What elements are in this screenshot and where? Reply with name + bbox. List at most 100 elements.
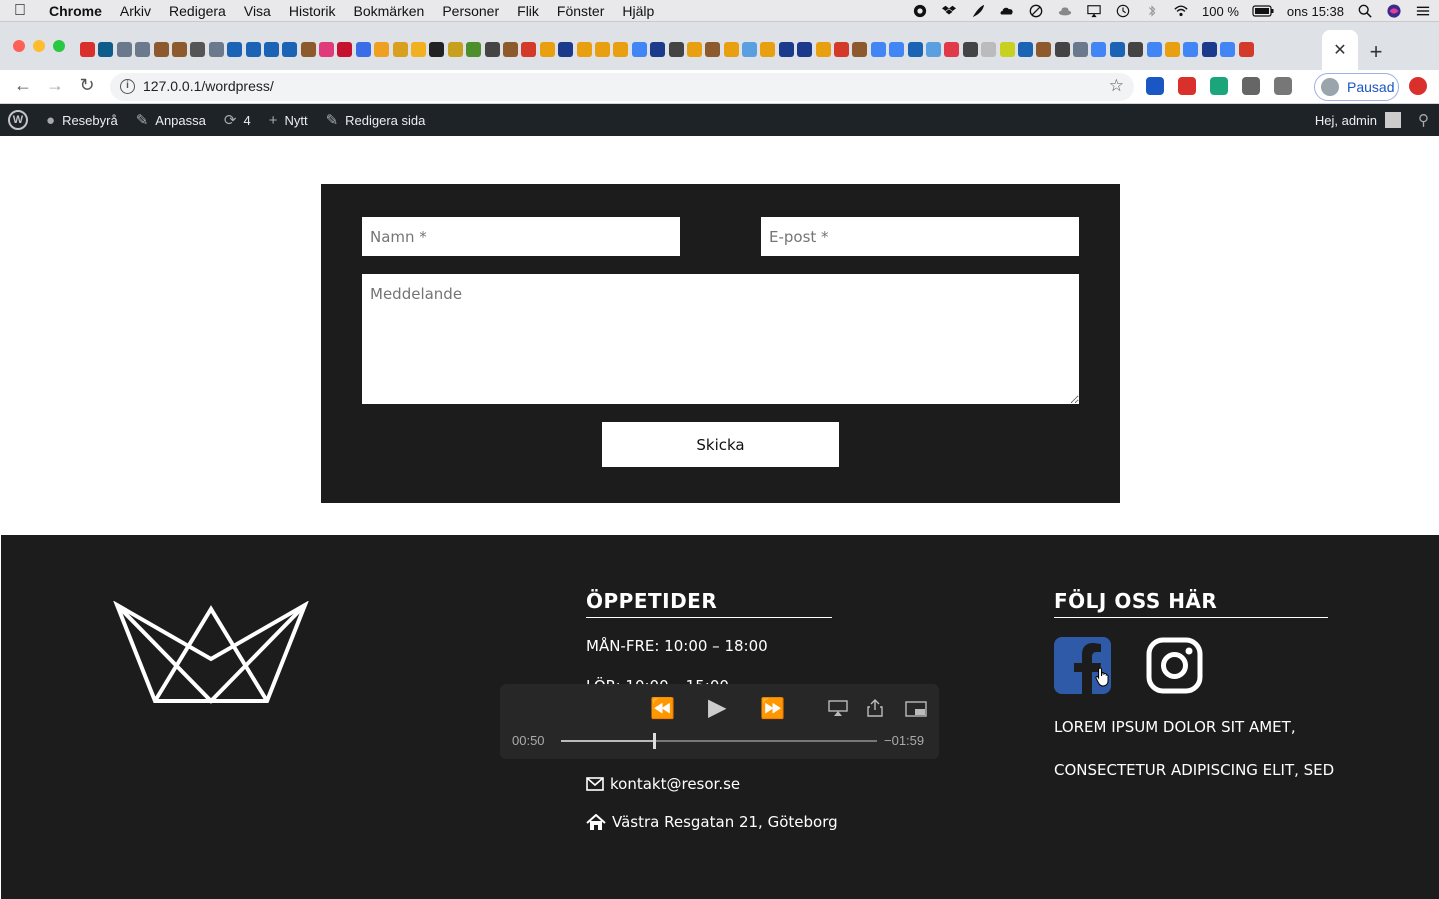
tab-favicon[interactable] [650,42,666,57]
tab-favicon[interactable] [797,42,813,57]
tab-favicon[interactable] [686,42,702,57]
fast-forward-icon[interactable]: ⏩ [760,696,785,721]
tab-favicon[interactable] [153,42,169,57]
wordpress-logo-icon[interactable]: W [8,110,28,130]
wp-search-icon[interactable]: ⚲ [1418,111,1429,129]
airplay-icon[interactable] [1086,4,1102,18]
seek-handle[interactable] [653,733,657,749]
menu-historik[interactable]: Historik [280,3,345,19]
tab-favicon[interactable] [392,42,408,57]
tab-favicon[interactable] [889,42,905,57]
tab-favicon[interactable] [558,42,574,57]
tab-favicon[interactable] [1183,42,1199,57]
spotlight-search-icon[interactable] [1357,4,1373,18]
tab-favicon[interactable] [98,42,114,57]
tab-favicon[interactable] [760,42,776,57]
airplay-output-icon[interactable] [828,700,848,716]
menu-clock[interactable]: ons 15:38 [1287,4,1344,19]
cloud-icon[interactable] [999,4,1015,18]
tab-favicon[interactable] [576,42,592,57]
extension-icon[interactable] [1178,77,1196,95]
tab-favicon[interactable] [1201,42,1217,57]
name-input[interactable] [362,217,680,256]
record-icon[interactable] [912,4,928,18]
tab-favicon[interactable] [1128,42,1144,57]
tab-favicon[interactable] [999,42,1015,57]
close-window-button[interactable] [13,40,25,52]
tab-favicon[interactable] [374,42,390,57]
tab-favicon[interactable] [1091,42,1107,57]
site-info-icon[interactable]: i [120,79,135,94]
close-tab-icon[interactable]: ✕ [1333,40,1346,60]
menu-hjalp[interactable]: Hjälp [613,3,663,19]
tab-favicon[interactable] [1220,42,1236,57]
tab-favicon[interactable] [521,42,537,57]
tab-favicon[interactable] [834,42,850,57]
tab-favicon[interactable] [190,42,206,57]
message-textarea[interactable] [362,274,1079,404]
wp-updates-link[interactable]: ⟳ 4 [224,111,251,129]
tab-favicon[interactable] [355,42,371,57]
dropbox-icon[interactable] [941,4,957,18]
extension-icon[interactable] [1146,77,1164,95]
tab-favicon[interactable] [870,42,886,57]
tab-favicon[interactable] [705,42,721,57]
seek-bar[interactable] [561,733,877,749]
menu-personer[interactable]: Personer [433,3,508,19]
contact-email[interactable]: kontakt@resor.se [586,775,740,793]
tab-favicon[interactable] [539,42,555,57]
tab-favicon[interactable] [944,42,960,57]
tab-favicon[interactable] [337,42,353,57]
feather-icon[interactable] [970,4,986,18]
tab-favicon[interactable] [613,42,629,57]
blocked-icon[interactable] [1028,4,1044,18]
wp-customize-link[interactable]: ✎ Anpassa [136,111,206,129]
siri-icon[interactable] [1386,4,1402,18]
menu-flik[interactable]: Flik [508,3,548,19]
apple-icon[interactable]:  [0,2,40,20]
tab-favicon[interactable] [319,42,335,57]
tab-favicon[interactable] [925,42,941,57]
tab-favicon[interactable] [907,42,923,57]
picture-in-picture-icon[interactable] [905,701,927,717]
new-tab-button[interactable]: + [1366,39,1386,65]
tab-favicon[interactable] [411,42,427,57]
bluetooth-icon[interactable] [1144,4,1160,18]
address-bar[interactable]: i 127.0.0.1/wordpress/ ☆ [110,73,1134,101]
tab-favicon[interactable] [116,42,132,57]
extension-icon[interactable] [1409,77,1427,95]
tab-favicon[interactable] [466,42,482,57]
extension-icon[interactable] [1210,77,1228,95]
tab-favicon[interactable] [300,42,316,57]
tab-favicon[interactable] [1017,42,1033,57]
tab-favicon[interactable] [484,42,500,57]
tab-favicon[interactable] [1146,42,1162,57]
menu-bokmarken[interactable]: Bokmärken [345,3,434,19]
bookmark-star-icon[interactable]: ☆ [1109,76,1124,96]
wp-new-link[interactable]: + Nytt [269,112,308,129]
back-icon[interactable]: ← [12,75,34,96]
submit-button[interactable]: Skicka [602,422,839,467]
tab-favicon[interactable] [447,42,463,57]
tab-favicon[interactable] [668,42,684,57]
reload-icon[interactable]: ↻ [76,75,98,96]
tab-favicon[interactable] [263,42,279,57]
notification-center-icon[interactable] [1415,4,1431,18]
minimize-window-button[interactable] [33,40,45,52]
tab-favicon[interactable] [245,42,261,57]
extension-icon[interactable] [1274,77,1292,95]
tab-favicon[interactable] [208,42,224,57]
tab-favicon[interactable] [135,42,151,57]
hat-icon[interactable] [1057,4,1073,18]
instagram-icon[interactable] [1146,637,1203,694]
tab-favicon[interactable] [1238,42,1254,57]
menu-visa[interactable]: Visa [235,3,280,19]
profile-button[interactable]: Pausad [1314,73,1399,101]
tab-favicon[interactable] [1054,42,1070,57]
active-tab[interactable]: ✕ [1322,30,1358,70]
tab-favicon[interactable] [1109,42,1125,57]
tab-favicon[interactable] [227,42,243,57]
wifi-icon[interactable] [1173,4,1189,18]
menu-redigera[interactable]: Redigera [160,3,235,19]
tab-favicon[interactable] [962,42,978,57]
